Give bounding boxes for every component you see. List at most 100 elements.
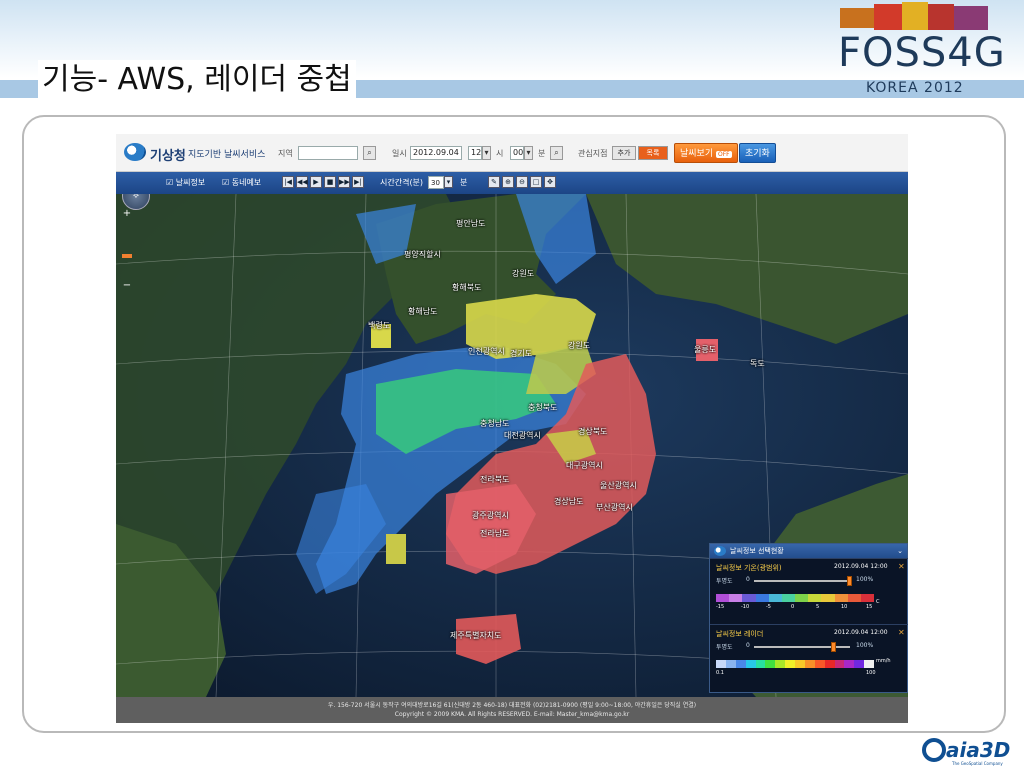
foss4g-logo-text: FOSS4G [838,30,1006,76]
scale-tick-label: 0 [791,604,795,610]
footer-copyright: Copyright © 2009 KMA. All Rights RESERVE… [394,711,630,718]
kma-logo-icon [714,546,726,556]
opacity-min: 0 [746,576,750,583]
next-frame-button[interactable]: ▶▶ [338,176,350,188]
zoom-in-tool-icon[interactable]: ⊕ [502,176,514,188]
region-label: 전라북도 [480,475,510,484]
weather-web-app: 기상청 지도기반 날씨서비스 지역 ⌕ 일시 2012.09.04 12 ▾ 시… [116,134,908,723]
region-label: 평안남도 [456,219,486,228]
weather-view-button[interactable]: 날씨보기 OFF [674,143,738,163]
region-search-icon[interactable]: ⌕ [363,146,376,160]
date-input[interactable]: 2012.09.04 [410,146,462,160]
region-label: 울릉도 [694,345,717,354]
color-swatch [735,660,746,668]
datetime-label: 일시 [392,149,407,158]
scale-tick-label: 5 [816,604,820,610]
temperature-color-scale [716,594,875,602]
panel-header: 날씨정보 선택현황 ⌄ [710,544,907,558]
temperature-layer-time: 2012.09.04 12:00 [834,563,888,570]
collapse-chevron-icon[interactable]: ⌄ [897,544,903,558]
color-swatch [785,660,795,668]
minute-dropdown-icon[interactable]: ▾ [524,146,533,160]
region-label: 지역 [278,149,293,158]
color-swatch [844,660,855,668]
zoom-out-tool-icon[interactable]: ⊖ [516,176,528,188]
radar-opacity-slider[interactable] [754,642,850,652]
hour-dropdown-icon[interactable]: ▾ [482,146,491,160]
color-swatch [834,660,845,668]
remove-temperature-layer-icon[interactable]: ✕ [898,562,905,571]
color-swatch [795,660,805,668]
radar-layer-time: 2012.09.04 12:00 [834,629,888,636]
gaia3d-g-icon [922,738,946,762]
scale-tick-label: 15 [866,604,873,610]
minute-unit: 분 [538,149,546,158]
add-button[interactable]: 추가 [612,146,636,160]
region-input[interactable] [298,146,358,160]
first-frame-button[interactable]: |◀ [282,176,294,188]
temperature-opacity-slider[interactable] [754,576,852,586]
interval-select[interactable]: 30 [428,176,444,189]
region-label: 대구광역시 [566,461,603,470]
color-swatch [821,594,835,602]
slider-knob[interactable] [830,642,836,652]
temperature-layer-section: 날씨정보 기온(광범위) 2012.09.04 12:00 ✕ 투명도 0 10… [710,558,908,624]
org-name: 기상청 [150,149,186,164]
color-swatch [716,594,730,602]
color-swatch [765,660,776,668]
zoom-out-icon[interactable]: − [122,280,132,291]
color-swatch [775,660,786,668]
color-swatch [834,594,848,602]
region-label: 인천광역시 [468,347,505,356]
kma-logo-icon [124,143,146,161]
draw-tool-icon[interactable]: ✎ [488,176,500,188]
region-label: 평양직할시 [404,250,441,259]
map-toolbar: ☑ 날씨정보 ☑ 동네예보 |◀ ◀◀ ▶ ■ ▶▶ ▶| 시간간격(분) 30… [116,172,908,194]
color-swatch [814,660,825,668]
neighborhood-forecast-label: 동네예보 [231,178,262,187]
scale-tick-label: 100 [866,670,876,676]
gaia3d-logo: aia3D The GeoSpatial Company [922,736,1014,768]
foss4g-logo-graphic [838,2,990,32]
weather-selection-panel: 날씨정보 선택현황 ⌄ 날씨정보 기온(광범위) 2012.09.04 12:0… [709,543,908,693]
slide-title: 기능- AWS, 레이더 중첩 [38,60,356,100]
remove-radar-layer-icon[interactable]: ✕ [898,628,905,637]
scale-tick-label: 0.1 [716,670,724,676]
region-label: 경상북도 [578,427,608,436]
color-swatch [860,594,875,602]
footer-address: 우. 156-720 서울시 동작구 여의대방로16길 61(신대방 2동 46… [327,702,697,709]
interval-dropdown-icon[interactable]: ▾ [444,176,453,188]
zoom-in-icon[interactable]: + [122,208,132,219]
scale-tick-label: 10 [841,604,848,610]
pan-tool-icon[interactable]: ✥ [544,176,556,188]
last-frame-button[interactable]: ▶| [352,176,364,188]
weather-view-state-badge: OFF [716,151,732,158]
foss4g-logo-subtitle: KOREA 2012 [866,80,964,96]
scale-tick-label: -5 [766,604,771,610]
region-label: 전라남도 [480,529,510,538]
region-label: 백령도 [368,321,391,330]
opacity-min: 0 [746,642,750,649]
region-label: 강원도 [568,341,591,350]
play-button[interactable]: ▶ [310,176,322,188]
color-swatch [824,660,835,668]
neighborhood-forecast-toggle[interactable]: ☑ 동네예보 [222,177,261,188]
weather-info-toggle[interactable]: ☑ 날씨정보 [166,177,205,188]
list-button[interactable]: 목록 [638,146,668,160]
minute-select[interactable]: 00 [510,146,524,160]
hour-unit: 시 [496,149,504,158]
prev-frame-button[interactable]: ◀◀ [296,176,308,188]
scale-tick-label: -10 [741,604,750,610]
service-name: 지도기반 날씨서비스 [188,150,266,160]
stop-button[interactable]: ■ [324,176,336,188]
region-label: 황해남도 [408,307,438,316]
reset-button[interactable]: 초기화 [739,143,776,163]
hour-select[interactable]: 12 [468,146,482,160]
region-label: 독도 [750,359,765,368]
box-zoom-tool-icon[interactable]: □ [530,176,542,188]
color-swatch [755,594,769,602]
datetime-search-icon[interactable]: ⌕ [550,146,563,160]
region-label: 대전광역시 [504,431,541,440]
slider-knob[interactable] [847,576,852,586]
zoom-level-indicator[interactable] [122,254,132,258]
